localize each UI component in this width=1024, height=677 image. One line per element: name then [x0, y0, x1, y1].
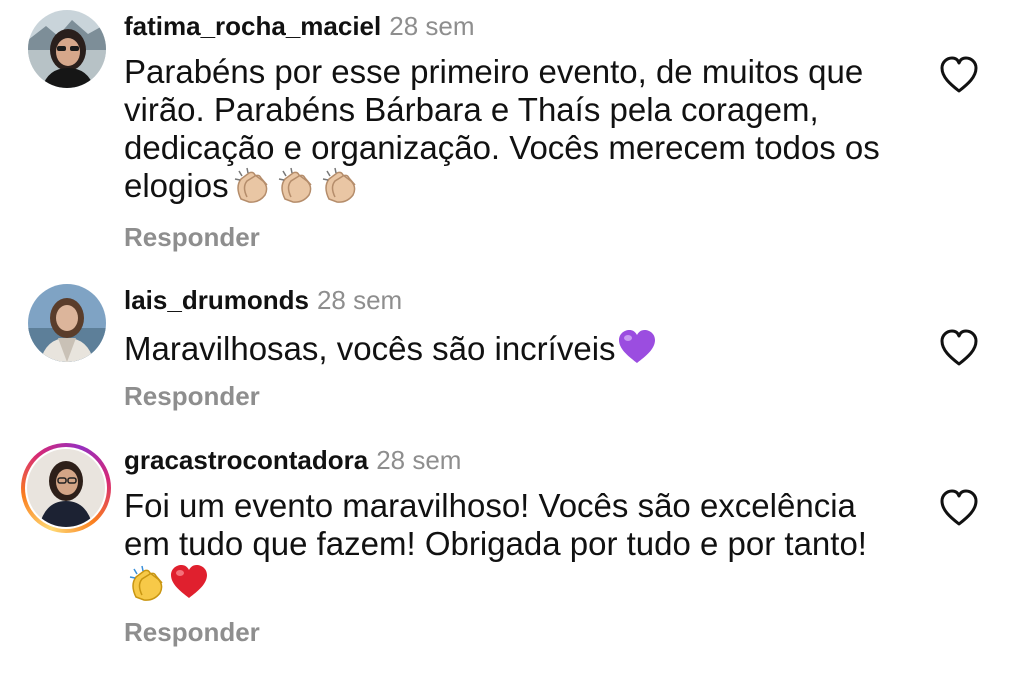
reply-button[interactable]: Responder: [124, 617, 260, 647]
comment-header: fatima_rocha_maciel 28 sem: [124, 10, 475, 42]
comment-timestamp: 28 sem: [316, 285, 403, 315]
clapping-hands-icon: [321, 167, 361, 211]
avatar[interactable]: [28, 284, 106, 362]
comment-text: Foi um evento maravilhoso! Vocês são exc…: [124, 487, 904, 609]
username[interactable]: gracastrocontadora: [124, 445, 368, 475]
avatar[interactable]: [28, 10, 106, 88]
reply-button[interactable]: Responder: [124, 381, 260, 411]
comment-timestamp: 28 sem: [389, 11, 475, 41]
reply-button[interactable]: Responder: [124, 222, 260, 252]
username[interactable]: fatima_rocha_maciel: [124, 11, 381, 41]
avatar: [27, 449, 105, 527]
purple-heart-icon: [616, 328, 658, 374]
comment-header: gracastrocontadora 28 sem: [124, 444, 461, 476]
clapping-hands-icon: [233, 167, 273, 211]
comment-text-content: Foi um evento maravilhoso! Vocês são exc…: [124, 487, 867, 562]
clapping-hands-icon: [277, 167, 317, 211]
comment-text-content: Maravilhosas, vocês são incríveis: [124, 330, 616, 367]
story-ring[interactable]: [21, 443, 111, 533]
comment-text: Maravilhosas, vocês são incríveis: [124, 328, 904, 374]
comment-timestamp: 28 sem: [376, 445, 462, 475]
comment-text: Parabéns por esse primeiro evento, de mu…: [124, 53, 904, 211]
like-heart-icon[interactable]: [938, 488, 980, 528]
username[interactable]: lais_drumonds: [124, 285, 309, 315]
like-heart-icon[interactable]: [938, 328, 980, 368]
clapping-hands-icon: [128, 565, 168, 609]
red-heart-icon: [168, 563, 210, 609]
comment-header: lais_drumonds 28 sem: [124, 284, 402, 316]
like-heart-icon[interactable]: [938, 55, 980, 95]
